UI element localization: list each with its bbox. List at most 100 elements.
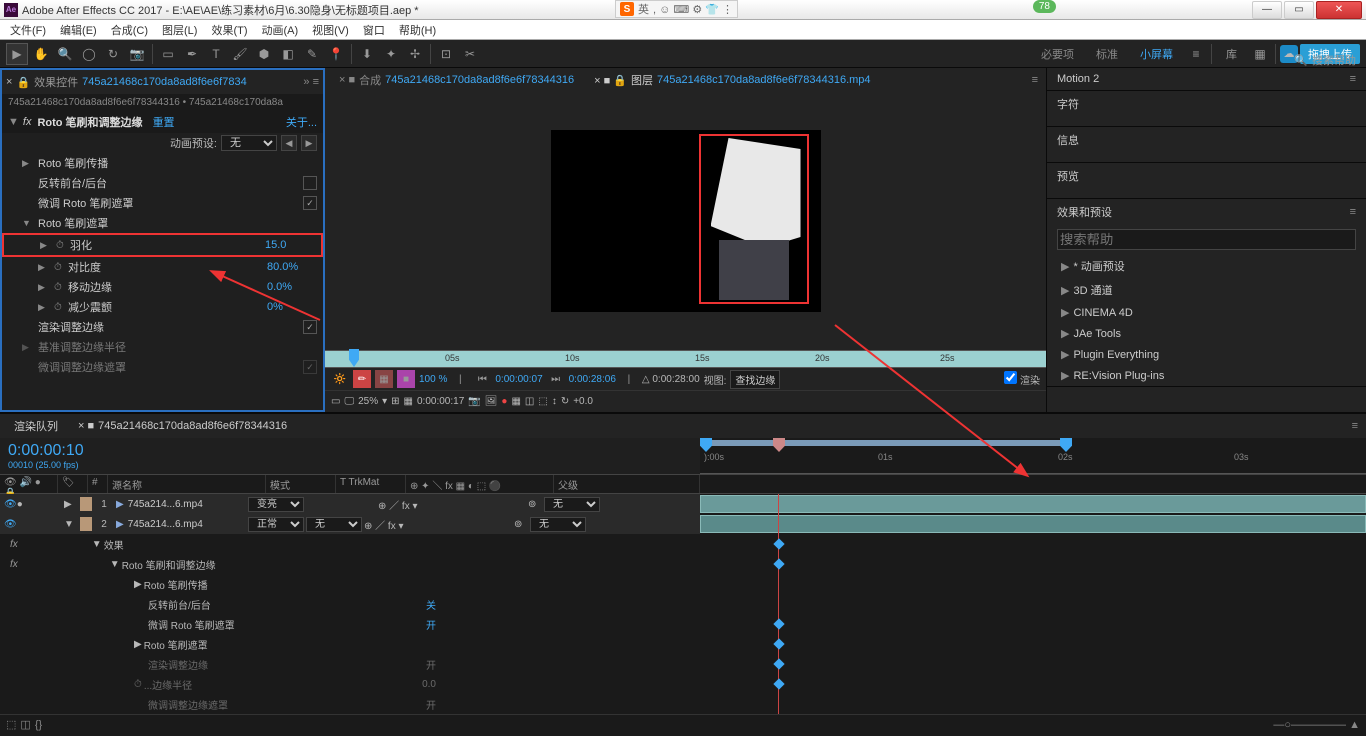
brush-tool[interactable]: 🖌: [229, 43, 251, 65]
zoom-tool[interactable]: 🔍: [54, 43, 76, 65]
misc-tool[interactable]: ✂: [459, 43, 481, 65]
keyframe-icon[interactable]: [773, 658, 784, 669]
col-source[interactable]: 源名称: [108, 475, 266, 493]
keyframe-icon[interactable]: [773, 678, 784, 689]
stopwatch-icon[interactable]: ⏱: [54, 262, 68, 273]
hand-tool[interactable]: ✋: [30, 43, 52, 65]
blend-mode[interactable]: 变亮: [248, 497, 304, 512]
prop-shift[interactable]: ▶⏱移动边缘0.0%: [2, 277, 323, 297]
view-mode-select[interactable]: 查找边缘: [730, 370, 780, 389]
pin-tool[interactable]: 📍: [325, 43, 347, 65]
preset-item[interactable]: ▶RE:Vision Plug-ins: [1047, 365, 1366, 386]
prop-feather[interactable]: ▶⏱羽化15.0: [4, 235, 321, 255]
color-icon[interactable]: ●: [501, 396, 507, 407]
guide-icon[interactable]: ↕: [552, 396, 557, 407]
goto-end-icon[interactable]: ⏭: [547, 370, 565, 388]
preset-item[interactable]: ▶Plugin Everything: [1047, 344, 1366, 365]
menu-animation[interactable]: 动画(A): [256, 20, 305, 40]
keyframe-icon[interactable]: [773, 638, 784, 649]
help-search[interactable]: 🔍 搜索帮助: [1294, 52, 1356, 68]
in-marker[interactable]: [700, 438, 712, 452]
ime-bar[interactable]: S 英 , ☺ ⌨ ⚙ 👕 ⋮: [615, 0, 738, 18]
pen-tool[interactable]: ✒: [181, 43, 203, 65]
panel-info[interactable]: 信息: [1047, 127, 1366, 153]
checkbox[interactable]: ✓: [303, 360, 317, 374]
work-area-bar[interactable]: [700, 440, 1065, 446]
resolution-icon[interactable]: ▭: [331, 396, 340, 407]
fx-prop-row[interactable]: 渲染调整边缘开: [0, 654, 700, 674]
view-axis[interactable]: ✢: [404, 43, 426, 65]
parent-select[interactable]: 无: [544, 497, 600, 512]
layer-bar[interactable]: [700, 515, 1366, 533]
menu-help[interactable]: 帮助(H): [393, 20, 442, 40]
zoom-select[interactable]: 25%: [358, 396, 378, 407]
time-ruler[interactable]: ):00s 01s 02s 03s: [700, 438, 1366, 474]
alpha-icon[interactable]: ■: [397, 370, 415, 388]
fx-prop-row[interactable]: 微调 Roto 笔刷遮罩开: [0, 614, 700, 634]
text-tool[interactable]: T: [205, 43, 227, 65]
local-axis[interactable]: ⬇: [356, 43, 378, 65]
checkbox[interactable]: ✓: [303, 196, 317, 210]
minimize-button[interactable]: —: [1252, 1, 1282, 19]
prop-radius[interactable]: ▶基准调整边缘半径: [2, 337, 323, 357]
layer-color[interactable]: [80, 497, 92, 511]
col-mode[interactable]: 模式: [266, 475, 336, 493]
about-link[interactable]: 关于...: [286, 114, 317, 130]
panel-menu-icon[interactable]: » ≡: [303, 76, 319, 88]
screen-icon[interactable]: 🖵: [344, 396, 354, 407]
prop-finematte[interactable]: 微调调整边缘遮罩✓: [2, 357, 323, 377]
layer-bar[interactable]: [700, 495, 1366, 513]
roto-brush-icon[interactable]: ✏: [353, 370, 371, 388]
workspace-small[interactable]: 小屏幕: [1130, 46, 1183, 62]
toggle-brackets-icon[interactable]: {}: [35, 719, 42, 731]
workspace-menu-icon[interactable]: ≡: [1185, 43, 1207, 65]
fx-prop-row[interactable]: ⏱ ...边缘半径0.0: [0, 674, 700, 694]
notification-badge[interactable]: 78: [1033, 0, 1056, 13]
prop-invert[interactable]: 反转前台/后台: [2, 173, 323, 193]
panel-char[interactable]: 字符: [1047, 91, 1366, 117]
goto-start-icon[interactable]: ⏮: [473, 370, 491, 388]
render-queue-tab[interactable]: 渲染队列: [8, 416, 64, 436]
parent-select[interactable]: 无: [530, 517, 586, 532]
world-axis[interactable]: ✦: [380, 43, 402, 65]
prop-reduce[interactable]: ▶⏱减少震颤0%: [2, 297, 323, 317]
playhead-icon[interactable]: [349, 349, 359, 367]
channel-icon[interactable]: ▦: [404, 396, 413, 407]
rect-tool[interactable]: ▭: [157, 43, 179, 65]
prop-refine[interactable]: 渲染调整边缘✓: [2, 317, 323, 337]
menu-file[interactable]: 文件(F): [4, 20, 52, 40]
lock-icon[interactable]: 🔒: [16, 76, 30, 89]
prop-contrast[interactable]: ▶⏱对比度80.0%: [2, 257, 323, 277]
library-label[interactable]: 库: [1216, 46, 1247, 62]
viewctl-icon[interactable]: 🔆: [331, 370, 349, 388]
col-trkmat[interactable]: T TrkMat: [336, 475, 406, 493]
grid-icon[interactable]: ⊞: [391, 396, 399, 407]
workspace-essentials[interactable]: 必要项: [1031, 46, 1084, 62]
eraser-tool[interactable]: ◧: [277, 43, 299, 65]
toggle-switches-icon[interactable]: ⬚: [6, 718, 16, 731]
effect-toggle-icon[interactable]: ▼: [8, 116, 19, 128]
exposure[interactable]: +0.0: [573, 396, 593, 407]
stopwatch-icon[interactable]: ⏱: [54, 302, 68, 313]
layer-tab[interactable]: × ■ 🔒 图层 745a21468c170da8ad8f6e6f7834431…: [588, 70, 876, 90]
preset-item[interactable]: ▶CINEMA 4D: [1047, 302, 1366, 323]
keyframe-icon[interactable]: [773, 618, 784, 629]
out-marker[interactable]: [1060, 438, 1072, 452]
show-snapshot-icon[interactable]: 🖼: [485, 396, 498, 407]
stamp-tool[interactable]: ⬢: [253, 43, 275, 65]
snapshot-icon[interactable]: 📷: [468, 396, 480, 407]
trkmat-select[interactable]: 无: [306, 517, 362, 532]
layer-row[interactable]: 👁 ● ▶ 1 ▶ 745a214...6.mp4 变亮 ⊕ ／ fx ▾ ⊚ …: [0, 494, 700, 514]
frame-time[interactable]: 0:00:00:17: [417, 396, 464, 407]
orbit-tool[interactable]: ◯: [78, 43, 100, 65]
prop-propagate[interactable]: ▶Roto 笔刷传播: [2, 153, 323, 173]
workspace-standard[interactable]: 标准: [1086, 46, 1128, 62]
eye-icon[interactable]: 👁: [4, 519, 17, 530]
close-button[interactable]: ✕: [1316, 1, 1362, 19]
current-time-display[interactable]: 0:00:00:10: [8, 442, 692, 460]
menu-composition[interactable]: 合成(C): [105, 20, 154, 40]
panel-group-icon[interactable]: ▦: [1249, 43, 1271, 65]
comp-timeline-tab[interactable]: × ■ 745a21468c170da8ad8f6e6f78344316: [72, 418, 293, 434]
panel-preview[interactable]: 预览: [1047, 163, 1366, 189]
effects-search[interactable]: [1057, 229, 1356, 250]
